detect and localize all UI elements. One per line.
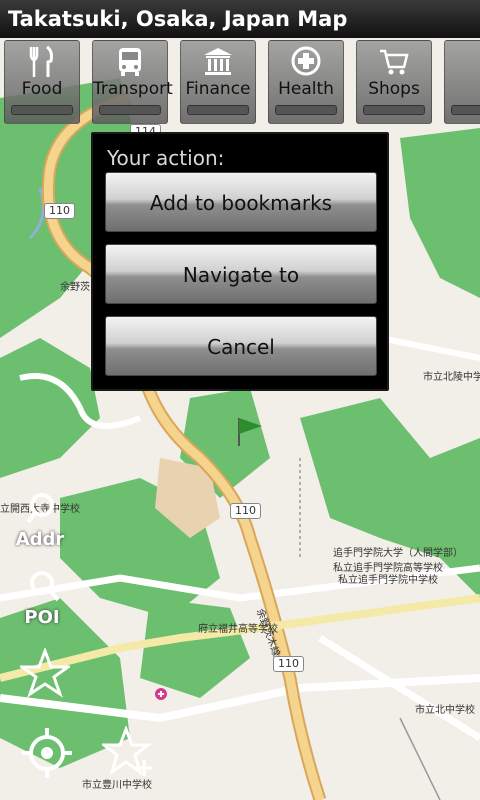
app-title: Takatsuki, Osaka, Japan Map (8, 7, 348, 31)
bus-icon (93, 45, 167, 81)
map-label-school: 私立追手門学院中学校 (338, 575, 438, 586)
favorites-tool[interactable] (17, 646, 73, 703)
category-label: Finance (185, 79, 251, 99)
category-indicator (363, 105, 425, 115)
category-shops-button[interactable]: Shops (356, 40, 432, 124)
cancel-button[interactable]: Cancel (105, 316, 377, 376)
star-add-icon (99, 724, 153, 776)
fork-knife-icon (5, 45, 79, 81)
category-transport-button[interactable]: Transport (92, 40, 173, 124)
shopping-cart-icon (357, 45, 431, 81)
road-shield-110: 110 (44, 203, 75, 219)
category-indicator (187, 105, 249, 115)
addr-label: Addr (15, 529, 65, 550)
medical-cross-icon (269, 45, 343, 81)
road-shield-110: 110 (230, 503, 261, 519)
navigate-to-button[interactable]: Navigate to (105, 244, 377, 304)
bank-icon (181, 45, 255, 81)
add-favorite-tool[interactable] (99, 724, 154, 783)
category-toolbar: Food Transport Finance Health Shops (4, 40, 480, 126)
map-label-school: 市立北陵中学校 (423, 372, 480, 383)
category-indicator (11, 105, 73, 115)
category-food-button[interactable]: Food (4, 40, 80, 124)
add-to-bookmarks-button[interactable]: Add to bookmarks (105, 172, 377, 232)
map-label-road: 余野茨 (60, 282, 90, 293)
poi-search-tool[interactable]: POI (18, 570, 66, 628)
crosshair-icon (22, 728, 72, 778)
category-indicator (99, 105, 161, 115)
dialog-title: Your action: (107, 146, 225, 170)
app-title-bar: Takatsuki, Osaka, Japan Map (0, 0, 480, 38)
category-label: Health (278, 79, 334, 99)
address-search-tool[interactable]: Addr (14, 492, 66, 550)
map-label-school: 追手門学院大学（人間学部） (333, 548, 463, 559)
star-icon (17, 646, 73, 698)
category-indicator (275, 105, 337, 115)
category-label: Transport (93, 79, 173, 99)
my-location-tool[interactable] (20, 726, 74, 785)
category-label: Food (21, 79, 63, 99)
map-label-school: 市立北中学校 (415, 705, 475, 716)
road-shield-110: 110 (273, 656, 304, 672)
poi-label: POI (24, 607, 60, 628)
magnifier-icon (30, 571, 60, 602)
category-finance-button[interactable]: Finance (180, 40, 256, 124)
category-indicator (451, 105, 480, 115)
category-more-button[interactable] (444, 40, 480, 124)
magnifier-icon (26, 493, 54, 524)
category-health-button[interactable]: Health (268, 40, 344, 124)
category-label: Shops (368, 79, 420, 99)
action-dialog: Your action: Add to bookmarks Navigate t… (91, 132, 389, 391)
